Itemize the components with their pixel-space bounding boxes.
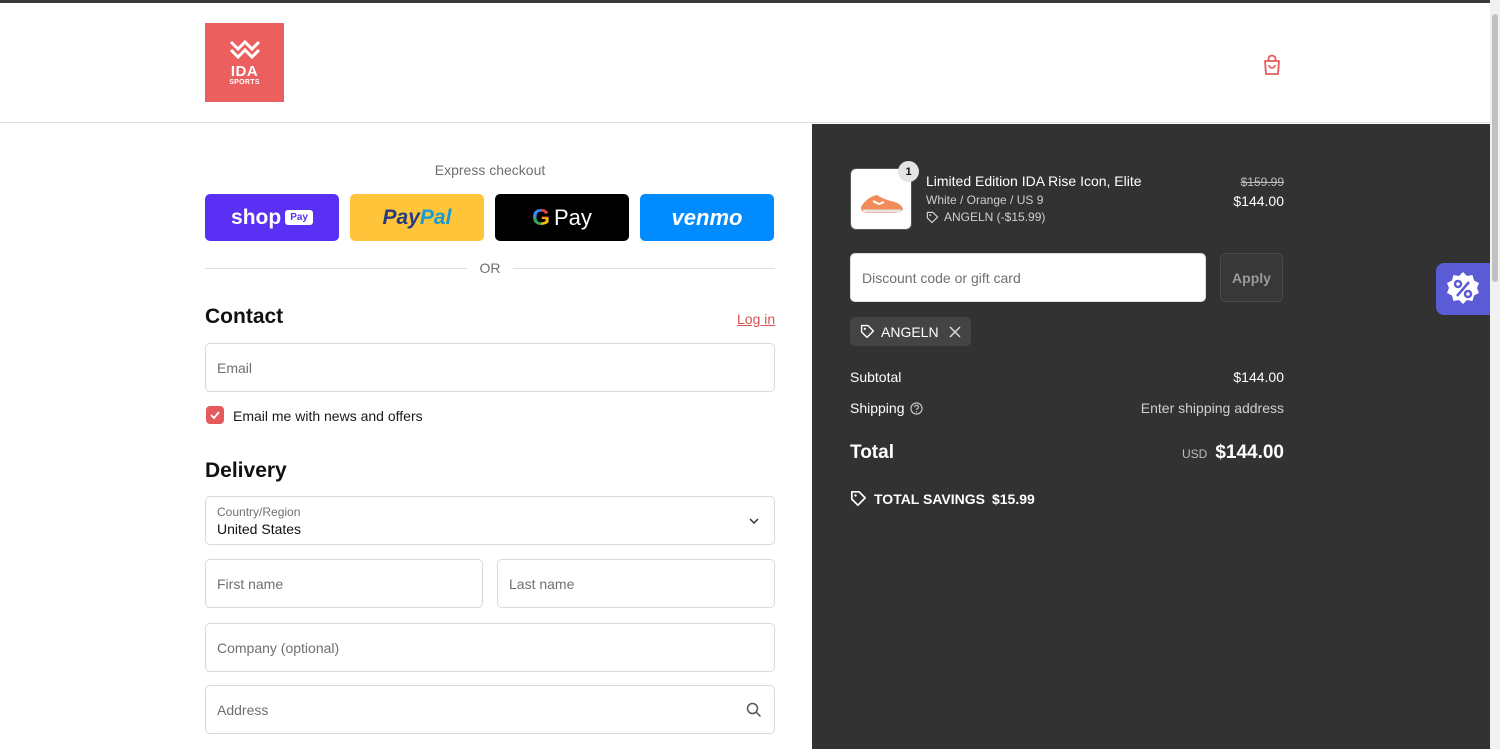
percent-badge-icon <box>1447 272 1479 304</box>
google-g-icon: G <box>532 204 550 230</box>
remove-discount-button[interactable] <box>949 326 961 338</box>
logo-subtext: SPORTS <box>229 79 260 86</box>
email-placeholder: Email <box>217 360 253 376</box>
logo-chevron-icon <box>229 39 260 60</box>
tag-icon <box>860 324 875 339</box>
google-pay-button[interactable]: G Pay <box>495 194 629 241</box>
email-field[interactable]: Email <box>205 343 775 392</box>
site-header: IDA SPORTS <box>0 3 1490 123</box>
or-text: OR <box>479 260 501 276</box>
or-divider: OR <box>205 260 775 276</box>
close-icon <box>949 326 961 337</box>
product-discount-text: ANGELN (-$15.99) <box>944 210 1046 224</box>
subtotal-value: $144.00 <box>1233 369 1284 385</box>
apply-button[interactable]: Apply <box>1220 253 1283 302</box>
discount-placeholder: Discount code or gift card <box>862 270 1021 286</box>
paypal-text-1: Pay <box>382 205 420 229</box>
product-name: Limited Edition IDA Rise Icon, Elite <box>926 173 1142 189</box>
delivery-heading: Delivery <box>205 459 287 482</box>
first-name-placeholder: First name <box>217 576 284 592</box>
divider-line-left <box>205 268 467 269</box>
divider-line-right <box>513 268 775 269</box>
venmo-text: venmo <box>671 204 743 230</box>
last-name-field[interactable]: Last name <box>497 559 775 608</box>
discount-code-input[interactable]: Discount code or gift card <box>850 253 1206 302</box>
checkmark-icon <box>210 411 220 420</box>
applied-discount-chip: ANGELN <box>850 317 971 346</box>
ida-sports-logo[interactable]: IDA SPORTS <box>205 23 284 102</box>
savings-label: TOTAL SAVINGS <box>874 490 985 507</box>
country-select[interactable]: Country/Region United States <box>205 496 775 545</box>
newsletter-checkbox[interactable] <box>206 406 224 424</box>
company-placeholder: Company (optional) <box>217 640 340 656</box>
total-value: $144.00 <box>1215 442 1284 463</box>
paypal-button[interactable]: Pay Pal <box>350 194 484 241</box>
shipping-value: Enter shipping address <box>1140 400 1284 416</box>
order-summary-panel: 1 Limited Edition IDA Rise Icon, Elite W… <box>812 124 1490 749</box>
subtotal-label: Subtotal <box>850 369 902 385</box>
shop-pay-button[interactable]: shop Pay <box>205 194 339 241</box>
express-checkout-title: Express checkout <box>434 162 546 178</box>
product-discount: ANGELN (-$15.99) <box>926 210 1045 224</box>
savings-value: $15.99 <box>991 490 1035 507</box>
shop-pay-badge: Pay <box>285 210 313 225</box>
help-circle-icon[interactable] <box>909 401 923 415</box>
address-field[interactable]: Address <box>205 685 775 734</box>
newsletter-label: Email me with news and offers <box>233 408 423 424</box>
country-value: United States <box>217 521 302 537</box>
address-placeholder: Address <box>217 702 269 718</box>
product-price: $144.00 <box>1233 193 1284 209</box>
total-label: Total <box>850 442 894 463</box>
paypal-text-2: Pal <box>419 205 452 229</box>
product-variant: White / Orange / US 9 <box>926 193 1044 207</box>
original-price: $159.99 <box>1240 175 1284 189</box>
total-savings: TOTAL SAVINGS $15.99 <box>850 490 1035 507</box>
first-name-field[interactable]: First name <box>205 559 483 608</box>
logo-text: IDA <box>230 63 259 80</box>
login-link[interactable]: Log in <box>737 311 775 327</box>
company-field[interactable]: Company (optional) <box>205 623 775 672</box>
contact-heading: Contact <box>205 305 284 328</box>
discount-widget-button[interactable] <box>1436 263 1490 315</box>
shop-pay-text: shop <box>231 205 282 229</box>
applied-code-text: ANGELN <box>881 323 939 340</box>
shopping-bag-icon[interactable] <box>1260 53 1284 77</box>
shipping-row: Shipping Enter shipping address <box>850 400 1284 416</box>
quantity-badge: 1 <box>898 161 919 182</box>
tag-icon <box>850 490 867 507</box>
shipping-label: Shipping <box>850 400 905 416</box>
total-row: Total USD $144.00 <box>850 442 1284 464</box>
scrollbar-thumb[interactable] <box>1492 14 1498 282</box>
subtotal-row: Subtotal $144.00 <box>850 369 1284 385</box>
venmo-button[interactable]: venmo <box>640 194 774 241</box>
last-name-placeholder: Last name <box>509 576 575 592</box>
country-label: Country/Region <box>217 505 301 519</box>
google-pay-text: Pay <box>553 204 592 230</box>
tag-icon <box>926 211 939 223</box>
chevron-down-icon <box>749 518 759 525</box>
search-icon <box>746 702 762 718</box>
checkout-form-panel: Express checkout shop Pay Pay Pal G Pay v… <box>0 124 812 749</box>
total-currency: USD <box>1181 447 1208 461</box>
